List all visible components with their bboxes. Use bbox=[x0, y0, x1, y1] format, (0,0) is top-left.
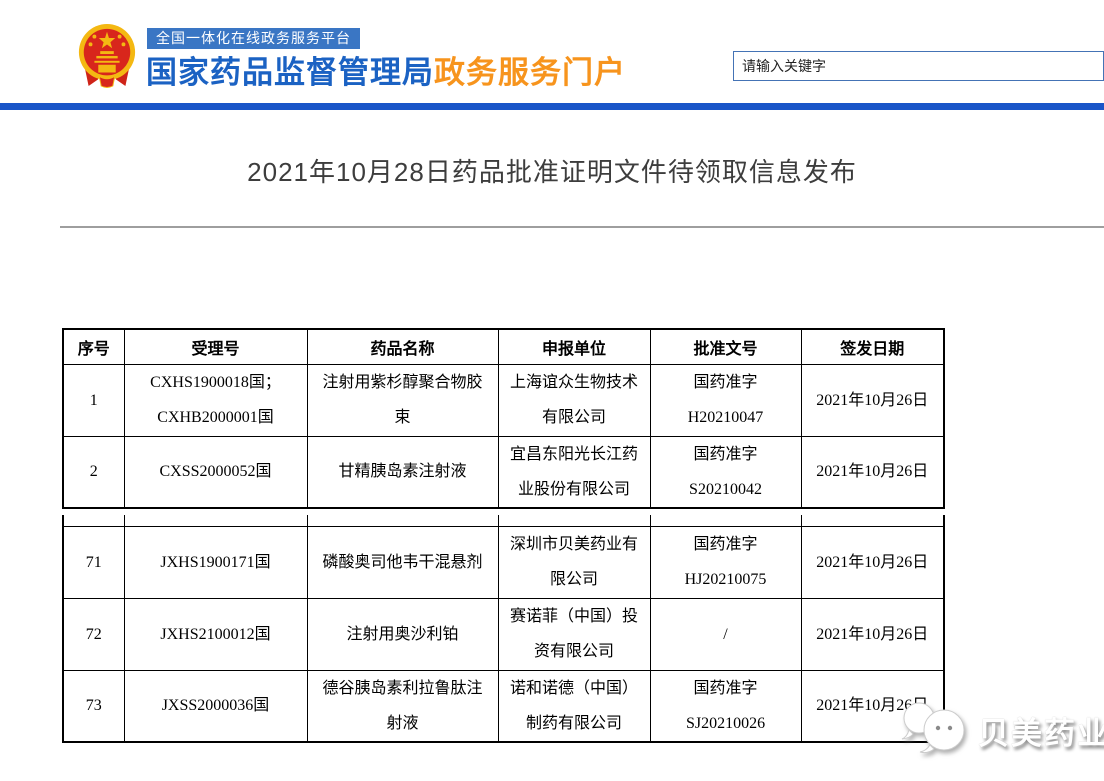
cell-seq-line: 72 bbox=[74, 617, 114, 652]
cell-applicant-line: 深圳市贝美药业有限公司 bbox=[509, 527, 640, 597]
cell-acceptance-no-line: JXSS2000036国 bbox=[135, 688, 297, 723]
cell-approval-no-line: / bbox=[661, 617, 791, 652]
cell-seq: 73 bbox=[63, 670, 124, 742]
table-header-cell: 受理号 bbox=[124, 329, 307, 364]
cell-acceptance-no-line: CXHS1900018国； bbox=[135, 365, 297, 400]
cell-applicant-line: 宜昌东阳光长江药业股份有限公司 bbox=[509, 437, 640, 507]
cell-drug-name: 甘精胰岛素注射液 bbox=[307, 436, 498, 508]
table-cut-cell bbox=[650, 515, 801, 526]
portal-title-agency: 国家药品监督管理局 bbox=[146, 55, 434, 90]
cell-drug-name-line: 德谷胰岛素利拉鲁肽注射液 bbox=[318, 671, 488, 741]
cell-approval-no-line: SJ20210026 bbox=[661, 706, 791, 741]
cell-drug-name-line: 注射用奥沙利铂 bbox=[318, 617, 488, 652]
cell-approval-no-line: H20210047 bbox=[661, 400, 791, 435]
cell-issue-date-line: 2021年10月26日 bbox=[812, 617, 934, 652]
cell-acceptance-no-line: CXHB2000001国 bbox=[135, 400, 297, 435]
cell-approval-no: 国药准字S20210042 bbox=[650, 436, 801, 508]
cell-drug-name: 德谷胰岛素利拉鲁肽注射液 bbox=[307, 670, 498, 742]
table-cut-row bbox=[63, 515, 944, 526]
cell-drug-name-line: 甘精胰岛素注射液 bbox=[318, 454, 488, 489]
cell-seq: 72 bbox=[63, 598, 124, 670]
cell-seq-line: 71 bbox=[74, 545, 114, 580]
cell-acceptance-no-line: JXHS2100012国 bbox=[135, 617, 297, 652]
cell-seq: 1 bbox=[63, 364, 124, 436]
cell-applicant-line: 赛诺菲（中国）投资有限公司 bbox=[509, 599, 640, 669]
cell-applicant: 深圳市贝美药业有限公司 bbox=[498, 526, 650, 598]
cell-applicant-line: 诺和诺德（中国）制药有限公司 bbox=[509, 671, 640, 741]
top-banner-bar bbox=[0, 103, 1104, 110]
beimei-logo-icon bbox=[898, 698, 972, 756]
cell-applicant: 诺和诺德（中国）制药有限公司 bbox=[498, 670, 650, 742]
cell-applicant-line: 上海谊众生物技术有限公司 bbox=[509, 365, 640, 435]
cell-approval-no-line: 国药准字 bbox=[661, 527, 791, 562]
cell-seq: 71 bbox=[63, 526, 124, 598]
cell-drug-name: 磷酸奥司他韦干混悬剂 bbox=[307, 526, 498, 598]
cell-drug-name: 注射用紫杉醇聚合物胶束 bbox=[307, 364, 498, 436]
cell-issue-date-line: 2021年10月26日 bbox=[812, 383, 934, 418]
table-row: 72 JXHS2100012国注射用奥沙利铂赛诺菲（中国）投资有限公司 / 2021年… bbox=[63, 598, 944, 670]
cell-issue-date: 2021年10月26日 bbox=[801, 598, 944, 670]
cell-acceptance-no: JXSS2000036国 bbox=[124, 670, 307, 742]
table-cut-cell bbox=[63, 515, 124, 526]
table-cut-cell bbox=[801, 515, 944, 526]
portal-title-portal: 政务服务门户 bbox=[434, 55, 626, 90]
cell-issue-date-line: 2021年10月26日 bbox=[812, 545, 934, 580]
table-row: 2 CXSS2000052国甘精胰岛素注射液宜昌东阳光长江药业股份有限公司国药准字… bbox=[63, 436, 944, 508]
table-header-cell: 申报单位 bbox=[498, 329, 650, 364]
cell-approval-no-line: HJ20210075 bbox=[661, 562, 791, 597]
cell-applicant: 宜昌东阳光长江药业股份有限公司 bbox=[498, 436, 650, 508]
portal-title: 国家药品监督管理局政务服务门户 bbox=[146, 47, 626, 92]
cell-approval-no: 国药准字H20210047 bbox=[650, 364, 801, 436]
table-header-row: 序号受理号药品名称申报单位批准文号签发日期 bbox=[63, 329, 944, 364]
cell-acceptance-no: JXHS2100012国 bbox=[124, 598, 307, 670]
cell-applicant: 上海谊众生物技术有限公司 bbox=[498, 364, 650, 436]
cell-seq: 2 bbox=[63, 436, 124, 508]
cell-approval-no: 国药准字SJ20210026 bbox=[650, 670, 801, 742]
cell-issue-date: 2021年10月26日 bbox=[801, 364, 944, 436]
cell-drug-name: 注射用奥沙利铂 bbox=[307, 598, 498, 670]
watermark-text: 贝美药业 bbox=[978, 708, 1104, 753]
cell-approval-no: 国药准字HJ20210075 bbox=[650, 526, 801, 598]
table-header-cell: 批准文号 bbox=[650, 329, 801, 364]
cell-approval-no: / bbox=[650, 598, 801, 670]
approval-table: 序号受理号药品名称申报单位批准文号签发日期 1 CXHS1900018国；CXHB… bbox=[62, 328, 945, 743]
table-header-cell: 签发日期 bbox=[801, 329, 944, 364]
table-cut-cell bbox=[124, 515, 307, 526]
cell-applicant: 赛诺菲（中国）投资有限公司 bbox=[498, 598, 650, 670]
cell-drug-name-line: 磷酸奥司他韦干混悬剂 bbox=[318, 545, 488, 580]
page-title: 2021年10月28日药品批准证明文件待领取信息发布 bbox=[0, 152, 1104, 189]
title-divider bbox=[60, 226, 1104, 228]
cell-seq-line: 1 bbox=[74, 383, 114, 418]
cell-acceptance-no: JXHS1900171国 bbox=[124, 526, 307, 598]
cell-approval-no-line: 国药准字 bbox=[661, 671, 791, 706]
cell-acceptance-no-line: CXSS2000052国 bbox=[135, 454, 297, 489]
cell-approval-no-line: 国药准字 bbox=[661, 365, 791, 400]
cell-seq-line: 2 bbox=[74, 454, 114, 489]
cell-issue-date: 2021年10月26日 bbox=[801, 436, 944, 508]
cell-acceptance-no-line: JXHS1900171国 bbox=[135, 545, 297, 580]
search-input[interactable] bbox=[733, 51, 1104, 81]
table-section-bottom: 71JXHS1900171国磷酸奥司他韦干混悬剂深圳市贝美药业有限公司国药准字H… bbox=[62, 515, 945, 743]
platform-badge: 全国一体化在线政务服务平台 bbox=[147, 28, 360, 49]
national-emblem-icon bbox=[76, 20, 138, 90]
table-header-cell: 药品名称 bbox=[307, 329, 498, 364]
cell-seq-line: 73 bbox=[74, 688, 114, 723]
cell-drug-name-line: 注射用紫杉醇聚合物胶束 bbox=[318, 365, 488, 435]
table-row: 73 JXSS2000036国德谷胰岛素利拉鲁肽注射液诺和诺德（中国）制药有限公司… bbox=[63, 670, 944, 742]
table-cut-cell bbox=[498, 515, 650, 526]
page: 全国一体化在线政务服务平台 国家药品监督管理局政务服务门户 2021年10月28… bbox=[0, 0, 1104, 781]
table-cut-cell bbox=[307, 515, 498, 526]
cell-issue-date-line: 2021年10月26日 bbox=[812, 454, 934, 489]
table-row: 71 JXHS1900171国磷酸奥司他韦干混悬剂深圳市贝美药业有限公司国药准字H… bbox=[63, 526, 944, 598]
table-header-cell: 序号 bbox=[63, 329, 124, 364]
cell-acceptance-no: CXHS1900018国；CXHB2000001国 bbox=[124, 364, 307, 436]
cell-acceptance-no: CXSS2000052国 bbox=[124, 436, 307, 508]
table-section-top: 序号受理号药品名称申报单位批准文号签发日期 1 CXHS1900018国；CXHB… bbox=[62, 328, 945, 509]
cell-issue-date: 2021年10月26日 bbox=[801, 526, 944, 598]
table-row: 1 CXHS1900018国；CXHB2000001国注射用紫杉醇聚合物胶束上海谊… bbox=[63, 364, 944, 436]
cell-approval-no-line: S20210042 bbox=[661, 472, 791, 507]
cell-approval-no-line: 国药准字 bbox=[661, 437, 791, 472]
watermark: 贝美药业 bbox=[898, 698, 1104, 756]
